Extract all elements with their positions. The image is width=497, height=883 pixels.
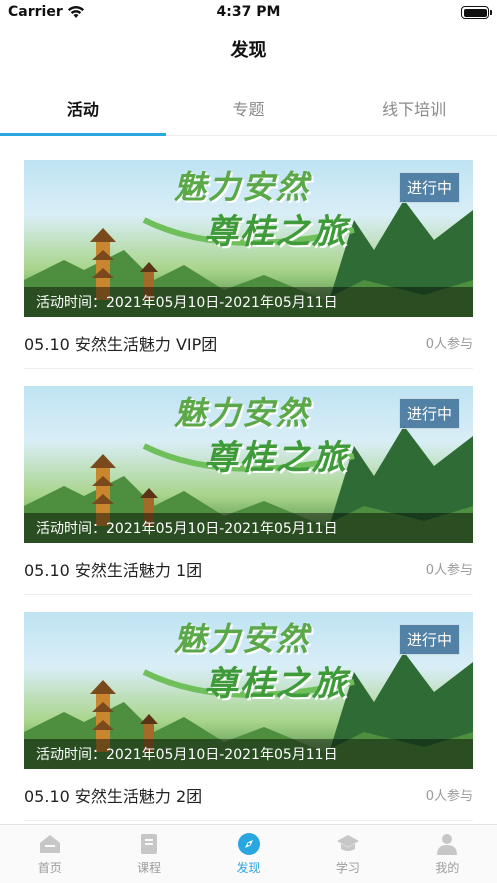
activity-time: 活动时间：2021年05月10日-2021年05月11日 [24,287,473,317]
tabbar-item-course[interactable]: 课程 [99,825,198,883]
status-bar: Carrier 4:37 PM [0,0,497,26]
tabbar-item-study[interactable]: 学习 [298,825,397,883]
activity-banner[interactable]: 魅力安然 尊桂之旅 进行中 活动时间：2021年05月10日-2021年05月1… [24,386,473,543]
status-badge: 进行中 [398,624,460,655]
activity-card[interactable]: 魅力安然 尊桂之旅 进行中 活动时间：2021年05月10日-2021年05月1… [24,612,473,838]
tab-topics[interactable]: 专题 [166,80,332,135]
banner-title-1: 魅力安然 [174,168,311,206]
participant-count: 0人参与 [425,337,473,352]
activity-title: 05.10 安然生活魅力 2团 [24,786,203,806]
page-title: 发现 [230,40,267,61]
compass-icon [237,833,260,855]
activity-title: 05.10 安然生活魅力 1团 [24,560,203,580]
activity-title: 05.10 安然生活魅力 VIP团 [24,334,218,354]
status-badge: 进行中 [398,172,460,203]
tabbar-label: 首页 [37,861,62,875]
banner-title-2: 尊桂之旅 [204,212,348,252]
status-time: 4:37 PM [216,4,281,20]
participant-count: 0人参与 [425,563,473,578]
activity-time: 活动时间：2021年05月10日-2021年05月11日 [24,739,473,769]
banner-title-2: 尊桂之旅 [204,438,348,478]
banner-title-2: 尊桂之旅 [204,664,348,704]
home-icon [39,835,60,853]
tabbar-item-me[interactable]: 我的 [398,825,497,883]
tab-offline-training[interactable]: 线下培训 [331,80,497,135]
activity-card[interactable]: 魅力安然 尊桂之旅 进行中 活动时间：2021年05月10日-2021年05月1… [24,160,473,386]
tab-activities[interactable]: 活动 [0,80,166,136]
course-icon [141,834,158,854]
bottom-tab-bar: 首页 课程 发现 学习 我的 [0,824,497,883]
activity-banner[interactable]: 魅力安然 尊桂之旅 进行中 活动时间：2021年05月10日-2021年05月1… [24,160,473,317]
tabbar-item-discover[interactable]: 发现 [199,825,298,883]
segment-tabs: 活动 专题 线下培训 [0,80,497,136]
activity-banner[interactable]: 魅力安然 尊桂之旅 进行中 活动时间：2021年05月10日-2021年05月1… [24,612,473,769]
status-badge: 进行中 [398,398,460,429]
banner-title-1: 魅力安然 [174,620,311,658]
tabbar-label: 学习 [335,861,360,875]
activity-list: 魅力安然 尊桂之旅 进行中 活动时间：2021年05月10日-2021年05月1… [24,160,473,838]
participant-count: 0人参与 [425,789,473,804]
tabbar-item-home[interactable]: 首页 [0,825,99,883]
tabbar-label: 我的 [435,861,460,875]
banner-title-1: 魅力安然 [174,394,311,432]
activity-card[interactable]: 魅力安然 尊桂之旅 进行中 活动时间：2021年05月10日-2021年05月1… [24,386,473,612]
tabbar-label: 课程 [137,861,162,875]
battery-icon [461,6,492,19]
activity-time: 活动时间：2021年05月10日-2021年05月11日 [24,513,473,543]
tabbar-label: 发现 [236,861,261,875]
person-icon [437,834,458,855]
graduation-cap-icon [336,835,359,851]
